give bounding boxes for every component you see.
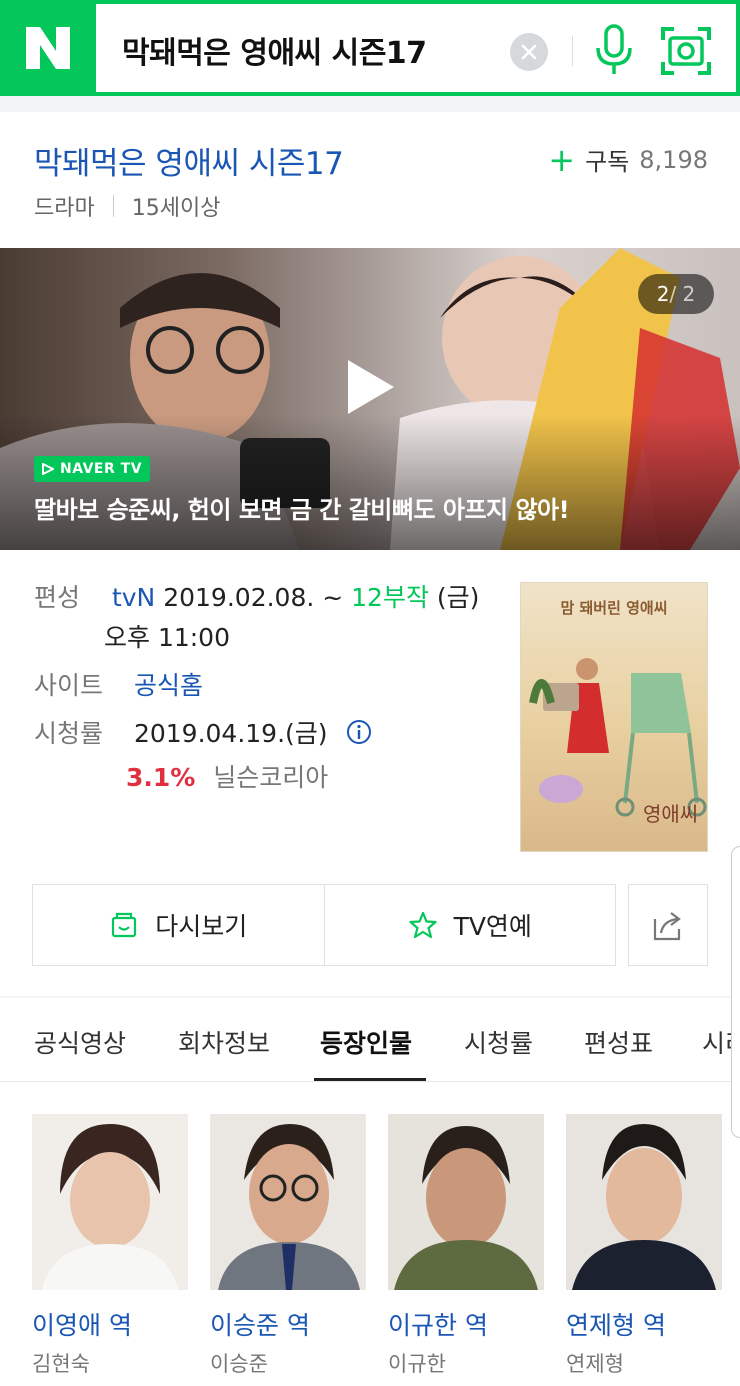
search-input[interactable]: 막돼먹은 영애씨 시즌17 — [122, 28, 427, 72]
program-title[interactable]: 막돼먹은 영애씨 시즌17 — [34, 146, 344, 182]
subscribe-count: 8,198 — [639, 145, 708, 174]
site-row: 사이트 공식홈 — [34, 666, 203, 702]
info-circle-icon — [346, 720, 371, 744]
video-player[interactable]: 2 / 2 NAVER TV 딸바보 승준씨, 헌이 보면 금 간 갈비뼈도 아… — [0, 248, 740, 550]
play-icon — [348, 360, 394, 414]
tab-episode-info[interactable]: 회차정보 — [178, 1024, 270, 1060]
cast-photo — [388, 1114, 544, 1290]
program-card: 막돼먹은 영애씨 시즌17 + 구독 8,198 드라마 15세이상 2 / 2 — [0, 112, 740, 996]
ratings-value-row: 3.1% 닐슨코리아 — [126, 758, 328, 794]
schedule-label: 편성 — [34, 583, 81, 612]
action-button-group: 다시보기 TV연예 — [32, 884, 616, 966]
cast-role: 이영애 역 — [32, 1311, 132, 1340]
ratings-row: 시청률 2019.04.19.(금) — [34, 714, 372, 750]
tv-entertainment-label: TV연예 — [453, 912, 532, 941]
content-tabs: 공식영상 회차정보 등장인물 시청률 편성표 시리즈 — [0, 998, 740, 1082]
ratings-label: 시청률 — [34, 719, 104, 748]
mic-icon — [596, 24, 632, 74]
search-box[interactable]: 막돼먹은 영애씨 시즌17 — [96, 0, 740, 96]
official-site-link[interactable]: 공식홈 — [134, 671, 203, 700]
cast-item[interactable]: 이승준 역 이승준 — [210, 1114, 366, 1378]
tab-cast[interactable]: 등장인물 — [320, 1024, 412, 1060]
replay-button[interactable]: 다시보기 — [33, 885, 324, 965]
svg-text:영애씨: 영애씨 — [643, 802, 698, 826]
broadcast-day: (금) — [428, 583, 480, 612]
video-caption[interactable]: 딸바보 승준씨, 헌이 보면 금 간 갈비뼈도 아프지 않아! — [34, 490, 570, 525]
plus-icon: + — [548, 140, 576, 179]
cast-actor: 김현숙 — [32, 1352, 90, 1376]
play-button[interactable] — [346, 358, 396, 416]
clear-button[interactable] — [510, 33, 548, 71]
tv-entertainment-button[interactable]: TV연예 — [323, 885, 616, 965]
search-divider — [572, 36, 573, 66]
title-row: 막돼먹은 영애씨 시즌17 — [34, 138, 344, 183]
time-row: 오후 11:00 — [104, 618, 230, 654]
search-header: 막돼먹은 영애씨 시즌17 — [0, 0, 740, 96]
active-tab-indicator — [314, 1078, 426, 1081]
age-rating: 15세이상 — [131, 196, 221, 221]
cast-list: 이영애 역 김현숙 이승준 역 이승준 이규한 역 이규한 연제형 역 연제형 — [0, 1082, 740, 1386]
replay-label: 다시보기 — [155, 912, 248, 941]
cast-actor: 이규한 — [388, 1352, 446, 1376]
cast-photo — [32, 1114, 188, 1290]
ratings-value: 3.1% — [126, 763, 196, 792]
program-poster[interactable]: 맘 돼버린 영애씨 영애씨 — [520, 582, 708, 852]
subscribe-label: 구독 — [585, 148, 630, 176]
site-label: 사이트 — [34, 671, 104, 700]
cast-item[interactable]: 연제형 역 연제형 — [566, 1114, 722, 1378]
cast-role: 연제형 역 — [566, 1311, 666, 1340]
program-meta: 드라마 15세이상 — [34, 190, 220, 222]
star-icon — [408, 911, 437, 939]
genre: 드라마 — [34, 196, 95, 221]
cast-item[interactable]: 이영애 역 김현숙 — [32, 1114, 188, 1378]
tab-schedule[interactable]: 편성표 — [584, 1024, 653, 1060]
voice-search-button[interactable] — [592, 24, 636, 76]
subscribe-button[interactable]: + 구독 8,198 — [548, 142, 708, 177]
share-button[interactable] — [628, 884, 708, 966]
naver-tv-badge: NAVER TV — [34, 456, 151, 482]
ratings-source: 닐슨코리아 — [213, 763, 329, 792]
cast-photo — [566, 1114, 722, 1290]
info-icon[interactable] — [346, 719, 372, 745]
video-counter-total: / 2 — [669, 282, 696, 306]
cast-photo — [210, 1114, 366, 1290]
replay-icon — [112, 912, 137, 938]
schedule-row: 편성 tvN 2019.02.08. ~ 12부작 (금) — [34, 578, 479, 614]
meta-divider — [112, 195, 114, 217]
cast-item[interactable]: 이규한 역 이규한 — [388, 1114, 544, 1378]
cast-role: 이승준 역 — [210, 1311, 310, 1340]
naver-n-logo-icon — [26, 27, 70, 69]
tab-official-video[interactable]: 공식영상 — [34, 1024, 126, 1060]
episode-count: 12부작 — [351, 583, 429, 612]
broadcast-time: 오후 11:00 — [104, 623, 230, 652]
play-small-icon — [42, 463, 54, 475]
poster-illustration: 영애씨 — [529, 658, 707, 826]
cast-photo-image — [572, 1124, 716, 1290]
page-scroll-handle[interactable] — [731, 846, 740, 1138]
cast-photo-image — [42, 1124, 178, 1290]
naver-logo[interactable] — [0, 0, 96, 96]
date-range: 2019.02.08. ~ — [155, 583, 352, 612]
cast-photo-image — [218, 1124, 360, 1290]
channel-link[interactable]: tvN — [112, 583, 155, 612]
cast-photo-image — [394, 1126, 538, 1290]
video-counter: 2 / 2 — [638, 274, 714, 314]
cast-actor: 이승준 — [210, 1352, 268, 1376]
clear-icon — [521, 44, 537, 60]
tab-ratings[interactable]: 시청률 — [464, 1024, 533, 1060]
share-icon — [653, 912, 681, 941]
lens-icon — [661, 27, 711, 75]
video-counter-current: 2 — [656, 282, 670, 306]
image-search-button[interactable] — [660, 26, 712, 76]
naver-tv-label: NAVER TV — [60, 461, 143, 477]
ratings-date: 2019.04.19.(금) — [133, 719, 328, 748]
cast-actor: 연제형 — [566, 1352, 624, 1376]
cast-role: 이규한 역 — [388, 1311, 488, 1340]
